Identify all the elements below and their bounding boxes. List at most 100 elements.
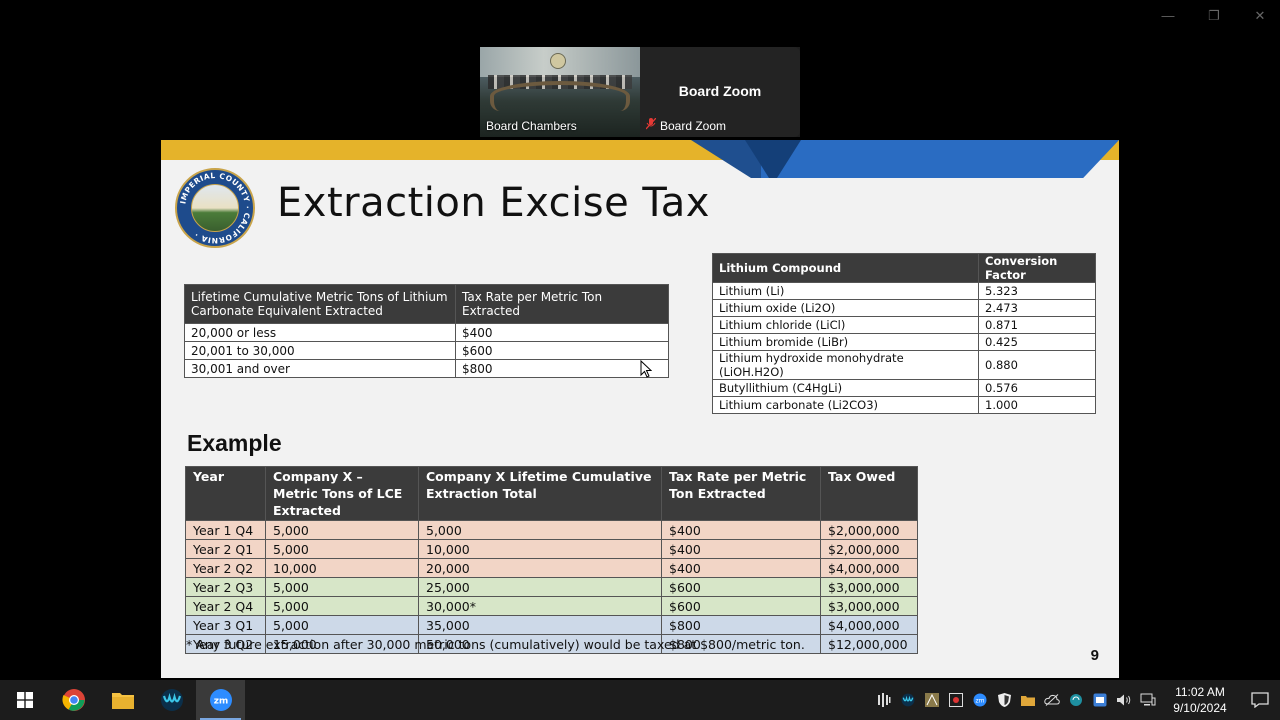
table-cell: 20,000 bbox=[418, 558, 662, 578]
table-header: Lifetime Cumulative Metric Tons of Lithi… bbox=[184, 284, 456, 324]
table-cell: $400 bbox=[661, 520, 821, 540]
zoom-tray-icon[interactable]: zm bbox=[968, 680, 992, 720]
table-cell: $4,000,000 bbox=[820, 558, 918, 578]
table-row: Year 1 Q4 5,000 5,000 $400 $2,000,000 bbox=[185, 520, 918, 540]
table-cell: 0.425 bbox=[978, 333, 1096, 351]
table-header: Tax Rate per Metric Ton Extracted bbox=[455, 284, 669, 324]
security-tray-icon[interactable] bbox=[944, 680, 968, 720]
table-cell: 5,000 bbox=[418, 520, 662, 540]
table-cell: 0.871 bbox=[978, 316, 1096, 334]
table-cell: $3,000,000 bbox=[820, 577, 918, 597]
webex-tray-icon[interactable] bbox=[896, 680, 920, 720]
table-cell: $600 bbox=[661, 577, 821, 597]
table-cell: $2,000,000 bbox=[820, 520, 918, 540]
notification-center-icon[interactable] bbox=[1240, 680, 1280, 720]
file-explorer-icon[interactable] bbox=[98, 680, 147, 720]
table-cell: $400 bbox=[661, 558, 821, 578]
table-header: Year bbox=[185, 466, 266, 521]
mouse-cursor-icon bbox=[640, 360, 652, 378]
table-row: Lithium (Li) 5.323 bbox=[712, 282, 1096, 300]
taskbar-clock[interactable]: 11:02 AM 9/10/2024 bbox=[1164, 684, 1236, 716]
table-row: Butyllithium (C4HgLi) 0.576 bbox=[712, 379, 1096, 397]
table-cell: $12,000,000 bbox=[820, 634, 918, 654]
table-cell: $400 bbox=[661, 539, 821, 559]
table-row: Lithium bromide (LiBr) 0.425 bbox=[712, 333, 1096, 351]
tax-rate-table: Lifetime Cumulative Metric Tons of Lithi… bbox=[184, 284, 669, 378]
table-row: Lithium carbonate (Li2CO3) 1.000 bbox=[712, 396, 1096, 414]
close-icon[interactable]: ✕ bbox=[1250, 8, 1270, 24]
table-cell: Year 2 Q4 bbox=[185, 596, 266, 616]
app-tray-icon[interactable] bbox=[920, 680, 944, 720]
table-cell: 20,001 to 30,000 bbox=[184, 341, 456, 360]
table-cell: $800 bbox=[661, 615, 821, 635]
participant-name: Board Zoom bbox=[678, 83, 762, 99]
table-cell: Year 2 Q1 bbox=[185, 539, 266, 559]
table-cell: 5,000 bbox=[265, 615, 419, 635]
table-cell: 5.323 bbox=[978, 282, 1096, 300]
table-cell: $400 bbox=[455, 323, 669, 342]
table-header: Tax Rate per Metric Ton Extracted bbox=[661, 466, 821, 521]
conversion-factor-table: Lithium Compound Conversion Factor Lithi… bbox=[712, 253, 1096, 414]
webex-icon[interactable] bbox=[147, 680, 196, 720]
table-cell: 1.000 bbox=[978, 396, 1096, 414]
folder-tray-icon[interactable] bbox=[1016, 680, 1040, 720]
table-row: Year 3 Q1 5,000 35,000 $800 $4,000,000 bbox=[185, 615, 918, 635]
zoom-icon[interactable]: zm bbox=[196, 680, 245, 720]
imperial-county-seal-logo: IMPERIAL COUNTY · CALIFORNIA · bbox=[175, 168, 255, 248]
volume-icon[interactable] bbox=[1112, 680, 1136, 720]
table-cell: 35,000 bbox=[418, 615, 662, 635]
table-row: Year 2 Q2 10,000 20,000 $400 $4,000,000 bbox=[185, 558, 918, 578]
participant-strip: Board Chambers Board Zoom Board Zoom bbox=[480, 47, 800, 137]
table-cell: $600 bbox=[455, 341, 669, 360]
participant-tile-board-chambers[interactable]: Board Chambers bbox=[480, 47, 640, 137]
table-cell: 0.576 bbox=[978, 379, 1096, 397]
table-cell: 10,000 bbox=[418, 539, 662, 559]
table-cell: $2,000,000 bbox=[820, 539, 918, 559]
shield-icon[interactable] bbox=[992, 680, 1016, 720]
table-cell: 30,000* bbox=[418, 596, 662, 616]
table-cell: Year 3 Q1 bbox=[185, 615, 266, 635]
table-row: 20,001 to 30,000 $600 bbox=[184, 341, 669, 360]
table-cell: Year 2 Q2 bbox=[185, 558, 266, 578]
table-cell: Lithium chloride (LiCl) bbox=[712, 316, 979, 334]
cloud-offline-icon[interactable] bbox=[1040, 680, 1064, 720]
window-controls: — ❐ ✕ bbox=[1158, 8, 1270, 24]
table-cell: 10,000 bbox=[265, 558, 419, 578]
participant-tile-board-zoom[interactable]: Board Zoom Board Zoom bbox=[640, 47, 800, 137]
table-cell: 5,000 bbox=[265, 520, 419, 540]
restore-icon[interactable]: ❐ bbox=[1204, 8, 1224, 24]
table-row: Year 2 Q1 5,000 10,000 $400 $2,000,000 bbox=[185, 539, 918, 559]
table-cell: $600 bbox=[661, 596, 821, 616]
chrome-icon[interactable] bbox=[49, 680, 98, 720]
table-row: Lithium chloride (LiCl) 0.871 bbox=[712, 316, 1096, 334]
table-header: Conversion Factor bbox=[978, 253, 1096, 283]
table-header: Tax Owed bbox=[820, 466, 918, 521]
table-row: 20,000 or less $400 bbox=[184, 323, 669, 342]
participant-label: Board Zoom bbox=[645, 117, 726, 133]
table-cell: 5,000 bbox=[265, 577, 419, 597]
slide-title: Extraction Excise Tax bbox=[277, 180, 710, 226]
table-cell: 5,000 bbox=[265, 539, 419, 559]
table-cell: 25,000 bbox=[418, 577, 662, 597]
mic-muted-icon bbox=[645, 117, 657, 133]
table-cell: Lithium oxide (Li2O) bbox=[712, 299, 979, 317]
table-row: Lithium oxide (Li2O) 2.473 bbox=[712, 299, 1096, 317]
svg-text:zm: zm bbox=[213, 697, 228, 707]
table-cell: $3,000,000 bbox=[820, 596, 918, 616]
minimize-icon[interactable]: — bbox=[1158, 8, 1178, 24]
start-icon[interactable] bbox=[0, 680, 49, 720]
ethernet-icon[interactable] bbox=[1136, 680, 1160, 720]
clock-date: 9/10/2024 bbox=[1173, 701, 1227, 715]
table-cell: 30,001 and over bbox=[184, 359, 456, 378]
table-cell: Lithium carbonate (Li2CO3) bbox=[712, 396, 979, 414]
network-tray-icon[interactable] bbox=[1088, 680, 1112, 720]
table-cell: 5,000 bbox=[265, 596, 419, 616]
sync-tray-icon[interactable] bbox=[1064, 680, 1088, 720]
audio-bars-icon[interactable] bbox=[872, 680, 896, 720]
table-header: Company X – Metric Tons of LCE Extracted bbox=[265, 466, 419, 521]
footnote: * Any future extraction after 30,000 met… bbox=[186, 637, 805, 652]
table-cell: $4,000,000 bbox=[820, 615, 918, 635]
table-cell: $800 bbox=[455, 359, 669, 378]
system-tray: zm 11:02 AM 9/10/2024 bbox=[872, 680, 1280, 720]
table-cell: Lithium (Li) bbox=[712, 282, 979, 300]
